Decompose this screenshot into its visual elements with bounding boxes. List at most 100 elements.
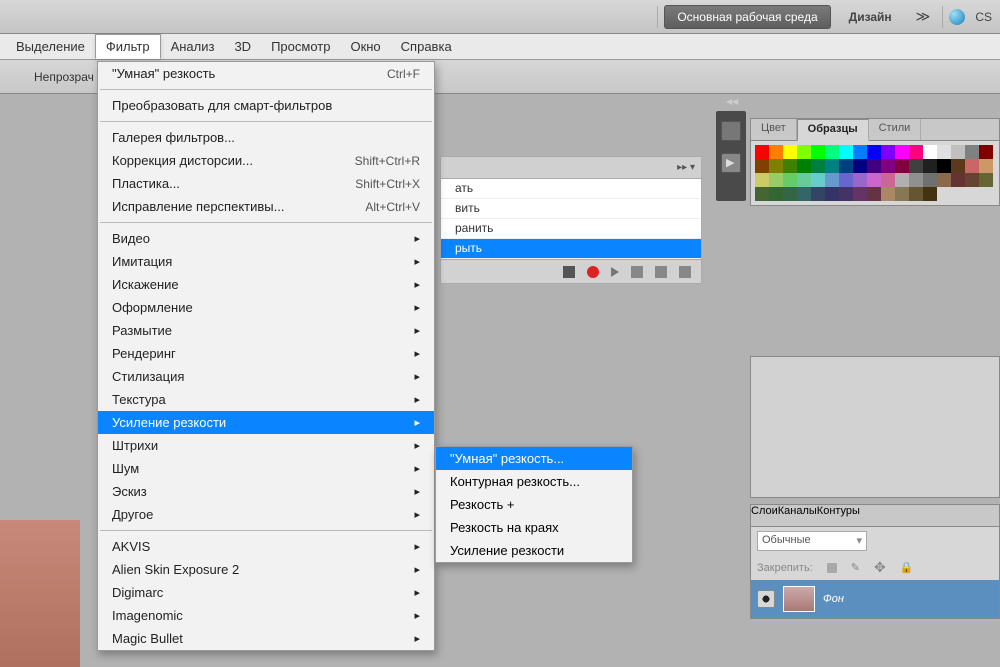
swatch[interactable] [881,159,895,173]
swatch[interactable] [895,145,909,159]
lock-all-icon[interactable]: 🔒 [900,561,914,574]
menu-noise[interactable]: Шум [98,457,434,480]
menu-selection[interactable]: Выделение [6,35,95,58]
collapsed-dock[interactable]: ▶ [716,111,746,201]
menu-view[interactable]: Просмотр [261,35,340,58]
swatch[interactable] [965,159,979,173]
action-item[interactable]: ранить [441,219,701,239]
submenu-sharpen-more[interactable]: Резкость + [436,493,632,516]
blend-mode-select[interactable]: Обычные ▾ [757,531,867,551]
action-item[interactable]: вить [441,199,701,219]
menu-help[interactable]: Справка [391,35,462,58]
workspace-button[interactable]: Основная рабочая среда [664,5,830,29]
tab-swatches[interactable]: Образцы [797,119,869,141]
swatch[interactable] [769,159,783,173]
swatch[interactable] [909,173,923,187]
more-workspaces-icon[interactable]: ≫ [910,8,937,25]
swatch[interactable] [853,187,867,201]
menu-stylize[interactable]: Стилизация [98,365,434,388]
swatch[interactable] [881,145,895,159]
swatch[interactable] [923,159,937,173]
menu-sharpen[interactable]: Усиление резкости [98,411,434,434]
menu-window[interactable]: Окно [340,35,390,58]
new-action-icon[interactable] [655,266,667,278]
menu-distort[interactable]: Искажение [98,273,434,296]
menu-lens-correction[interactable]: Коррекция дисторсии... Shift+Ctrl+R [98,149,434,172]
lock-brush-icon[interactable]: ✎ [851,561,860,574]
submenu-sharpen-edges[interactable]: Резкость на краях [436,516,632,539]
lock-position-icon[interactable]: ✥ [874,559,886,576]
swatch[interactable] [895,173,909,187]
swatch[interactable] [769,173,783,187]
swatch[interactable] [769,187,783,201]
menu-last-filter[interactable]: "Умная" резкость Ctrl+F [98,62,434,85]
tab-color[interactable]: Цвет [751,119,797,140]
swatch[interactable] [909,187,923,201]
swatch[interactable] [965,145,979,159]
menu-vanishing-point[interactable]: Исправление перспективы... Alt+Ctrl+V [98,195,434,218]
swatch[interactable] [825,187,839,201]
swatch[interactable] [937,173,951,187]
swatch[interactable] [783,159,797,173]
record-icon[interactable] [587,266,599,278]
swatch[interactable] [825,159,839,173]
swatch[interactable] [811,145,825,159]
swatch[interactable] [909,145,923,159]
swatch[interactable] [839,187,853,201]
menu-brush-strokes[interactable]: Штрихи [98,434,434,457]
swatch[interactable] [867,187,881,201]
swatch[interactable] [825,173,839,187]
menu-akvis[interactable]: AKVIS [98,535,434,558]
menu-video[interactable]: Видео [98,227,434,250]
action-item[interactable]: ать [441,179,701,199]
layer-thumbnail[interactable] [783,586,815,612]
swatch[interactable] [881,187,895,201]
swatch[interactable] [895,159,909,173]
swatch[interactable] [769,145,783,159]
menu-3d[interactable]: 3D [224,35,261,58]
new-set-icon[interactable] [631,266,643,278]
swatch[interactable] [853,145,867,159]
menu-imagenomic[interactable]: Imagenomic [98,604,434,627]
stop-icon[interactable] [563,266,575,278]
swatch[interactable] [783,145,797,159]
swatch[interactable] [895,187,909,201]
document-thumbnail[interactable] [0,520,80,667]
swatch[interactable] [867,145,881,159]
panel-menu-icon[interactable]: ▸▸ ▾ [677,162,695,173]
swatch[interactable] [951,145,965,159]
menu-alien-skin[interactable]: Alien Skin Exposure 2 [98,558,434,581]
swatch[interactable] [923,145,937,159]
swatch[interactable] [755,159,769,173]
design-button[interactable]: Дизайн [837,5,904,29]
swatch[interactable] [979,145,993,159]
swatch[interactable] [797,173,811,187]
cs-live-icon[interactable] [949,9,965,25]
swatch[interactable] [951,173,965,187]
swatch[interactable] [797,145,811,159]
swatch[interactable] [839,173,853,187]
menu-analysis[interactable]: Анализ [161,35,225,58]
menu-sketch[interactable]: Эскиз [98,480,434,503]
swatch[interactable] [797,187,811,201]
submenu-sharpen[interactable]: Усиление резкости [436,539,632,562]
menu-magic-bullet[interactable]: Magic Bullet [98,627,434,650]
menu-render[interactable]: Рендеринг [98,342,434,365]
swatch[interactable] [783,187,797,201]
swatch[interactable] [909,159,923,173]
play-icon[interactable] [611,267,619,277]
tab-styles[interactable]: Стили [869,119,922,140]
dock-icon[interactable]: ▶ [721,153,741,173]
submenu-unsharp-mask[interactable]: Контурная резкость... [436,470,632,493]
swatch[interactable] [839,145,853,159]
layer-row[interactable]: Фон [751,580,999,618]
swatch[interactable] [965,173,979,187]
swatch[interactable] [811,159,825,173]
menu-other[interactable]: Другое [98,503,434,526]
menu-texture[interactable]: Текстура [98,388,434,411]
swatch[interactable] [755,187,769,201]
swatch[interactable] [853,173,867,187]
menu-digimarc[interactable]: Digimarc [98,581,434,604]
swatch[interactable] [755,145,769,159]
swatch[interactable] [881,173,895,187]
